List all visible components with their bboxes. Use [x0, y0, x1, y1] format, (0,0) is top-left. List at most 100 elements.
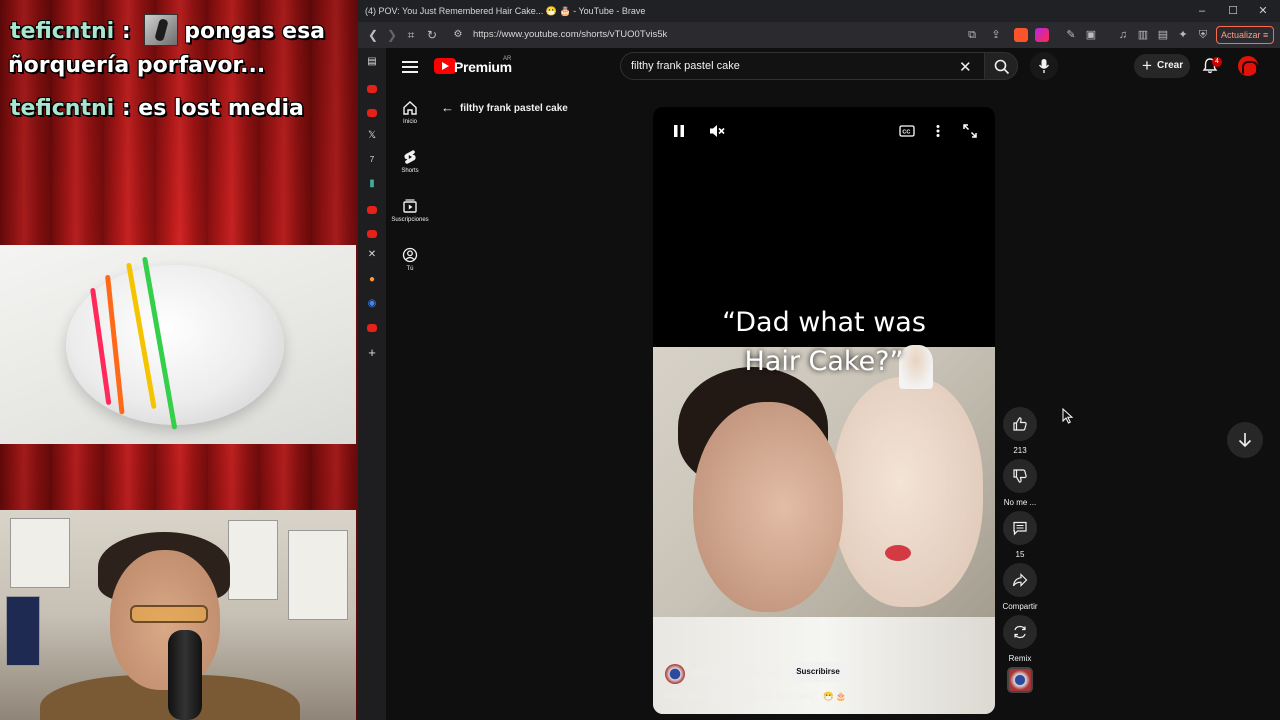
wallet-icon[interactable]: ▤: [1155, 27, 1171, 43]
video-person-face: [693, 402, 843, 612]
thumbs-down-icon: [1013, 469, 1027, 483]
remix-icon: [1014, 625, 1026, 639]
minimize-button[interactable]: –: [1194, 3, 1210, 19]
clear-search-icon[interactable]: ✕: [959, 58, 972, 76]
chat-message-1: teficntni : pongas esa: [10, 14, 325, 46]
guide-item-home[interactable]: Inicio: [386, 100, 434, 125]
video-frame: [653, 345, 995, 714]
vertical-tabs: ▤ 𝕏 7 ▮ ✕ ● ◉ +: [358, 48, 386, 720]
reload-icon[interactable]: ↻: [424, 27, 440, 43]
arrow-down-icon: [1238, 433, 1252, 448]
like-count: 213: [1013, 446, 1027, 455]
channel-avatar[interactable]: [665, 664, 685, 684]
forward-icon[interactable]: ❯: [384, 27, 400, 43]
voice-search-button[interactable]: [1030, 52, 1058, 80]
sidebar-toggle-icon[interactable]: ▤: [365, 56, 379, 68]
tab-youtube[interactable]: [367, 109, 377, 117]
dislike-button[interactable]: [1003, 459, 1037, 493]
pause-icon[interactable]: [672, 124, 686, 138]
video-person-mouth: [885, 545, 911, 561]
guide-label: Suscripciones: [391, 217, 429, 223]
brave-rewards-icon[interactable]: [1035, 28, 1049, 42]
tab-youtube[interactable]: [367, 324, 377, 332]
svg-text:CC: CC: [902, 130, 910, 136]
update-button[interactable]: Actualizar ≡: [1216, 26, 1274, 44]
guide-item-you[interactable]: Tú: [386, 247, 434, 272]
chat-separator: :: [114, 19, 139, 44]
screenshot-icon[interactable]: ▣: [1083, 27, 1099, 43]
like-button[interactable]: [1003, 407, 1037, 441]
account-avatar[interactable]: [1238, 56, 1258, 76]
bookmark-icon[interactable]: ⌗: [403, 27, 419, 43]
video-title[interactable]: POV: You Just Remembered Hair Cake... 😷 …: [665, 691, 846, 702]
menu-icon[interactable]: [402, 58, 418, 74]
search-input[interactable]: filthy frank pastel cake ✕: [620, 52, 985, 80]
guide-label: Inicio: [402, 119, 417, 125]
webcam-panel: [0, 510, 356, 720]
tab-youtube[interactable]: [367, 206, 377, 214]
shorts-icon: [404, 150, 416, 164]
microphone: [168, 630, 202, 720]
guide-label: Tú: [406, 266, 414, 272]
search-value: filthy frank pastel cake: [631, 60, 740, 72]
close-window-button[interactable]: ✕: [1255, 3, 1271, 19]
stream-overlay: teficntni : pongas esa ñorquería porfavo…: [0, 0, 358, 720]
leo-ai-icon[interactable]: ✦: [1175, 27, 1191, 43]
back-to-results-link[interactable]: ← filthy frank pastel cake: [441, 100, 568, 115]
back-icon[interactable]: ❮: [365, 27, 381, 43]
tab-site-icon[interactable]: ●: [365, 274, 379, 286]
tab-youtube[interactable]: [367, 85, 377, 93]
share-label: Compartir: [1002, 602, 1038, 611]
cake-video-panel: [0, 245, 356, 444]
sidebar-toggle-icon[interactable]: ▥: [1135, 27, 1151, 43]
sound-thumbnail[interactable]: [1007, 667, 1033, 693]
youtube-page: Premium AR filthy frank pastel cake ✕ + C…: [386, 48, 1280, 720]
open-external-icon[interactable]: ⧉: [964, 27, 980, 43]
fullscreen-icon[interactable]: [963, 124, 977, 138]
tab-calendar-icon[interactable]: 7: [365, 154, 379, 166]
shorts-player[interactable]: “Dad what was Hair Cake?” CC @ShortsToFi…: [653, 107, 995, 714]
comment-icon: [1013, 521, 1027, 536]
youtube-logo-icon[interactable]: [434, 58, 456, 74]
share-button[interactable]: [1003, 563, 1037, 597]
next-video-button[interactable]: [1227, 422, 1263, 458]
guide-item-shorts[interactable]: Shorts: [386, 149, 434, 174]
dislike-label: No me ...: [1003, 498, 1037, 507]
closed-captions-icon[interactable]: CC: [899, 124, 915, 138]
share-arrow-icon: [1012, 573, 1028, 587]
site-info-icon[interactable]: ⚙: [450, 27, 466, 43]
tab-chart-icon[interactable]: ▮: [365, 178, 379, 190]
chat-message-2: teficntni : es lost media: [10, 96, 304, 121]
remix-label: Remix: [1008, 654, 1032, 663]
address-bar: ❮ ❯ ⌗ ↻ ⚙ https://www.youtube.com/shorts…: [358, 22, 1280, 48]
search-button[interactable]: [984, 52, 1018, 80]
muted-volume-icon[interactable]: [709, 124, 725, 138]
share-icon[interactable]: ⇪: [988, 27, 1004, 43]
channel-name[interactable]: @ShortsToFillTheVoid: [691, 668, 780, 678]
extensions-icon[interactable]: ✎: [1063, 27, 1079, 43]
back-label: filthy frank pastel cake: [460, 103, 568, 114]
comments-button[interactable]: [1003, 511, 1037, 545]
close-tab-icon[interactable]: ✕: [365, 249, 379, 261]
account-circle-icon: [402, 247, 418, 263]
brave-shields-icon[interactable]: [1014, 28, 1028, 42]
vpn-icon[interactable]: ⛨: [1195, 27, 1211, 43]
video-caption-line: Hair Cake?”: [744, 346, 904, 377]
search-icon: [994, 59, 1010, 75]
microphone-icon: [1038, 59, 1050, 73]
subscribe-button[interactable]: Suscribirse: [789, 662, 847, 682]
media-icon[interactable]: ♫: [1115, 27, 1131, 43]
create-button[interactable]: + Crear: [1134, 54, 1190, 78]
tab-youtube[interactable]: [367, 230, 377, 238]
url-field[interactable]: https://www.youtube.com/shorts/vTUO0Tvis…: [473, 29, 667, 40]
more-options-icon[interactable]: [935, 124, 941, 138]
window-title: (4) POV: You Just Remembered Hair Cake..…: [365, 6, 646, 16]
tab-x-icon[interactable]: 𝕏: [365, 130, 379, 142]
remix-button[interactable]: [1003, 615, 1037, 649]
tab-google-icon[interactable]: ◉: [365, 298, 379, 310]
guide-item-subscriptions[interactable]: Suscripciones: [386, 198, 434, 223]
video-caption-line: “Dad what was: [722, 307, 926, 338]
maximize-button[interactable]: ☐: [1225, 3, 1241, 19]
chat-text: es lost media: [138, 96, 304, 121]
new-tab-icon[interactable]: +: [365, 346, 379, 359]
